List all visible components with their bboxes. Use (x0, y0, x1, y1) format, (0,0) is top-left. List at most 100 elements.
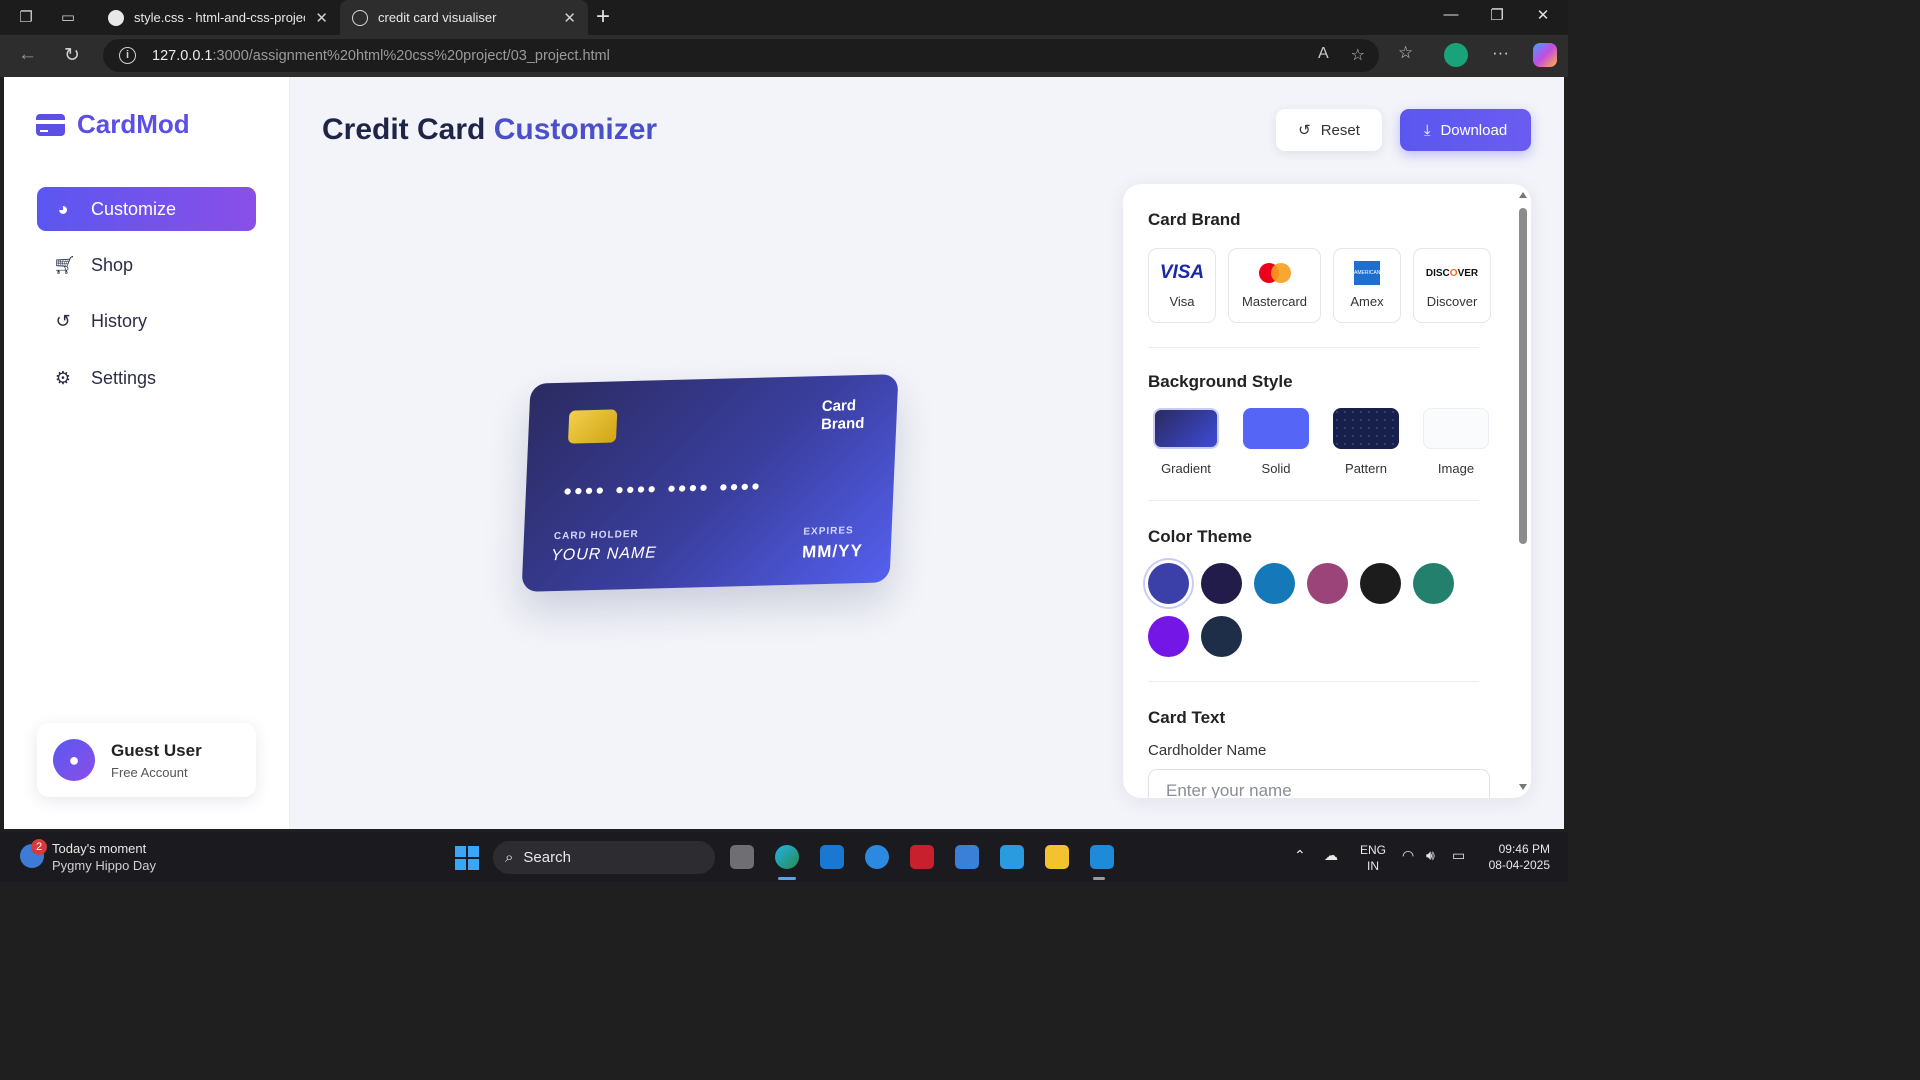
brand-option-mastercard[interactable]: Mastercard (1228, 248, 1321, 323)
card-number: •••• •••• •••• •••• (563, 473, 763, 504)
credit-card-preview[interactable]: Card Brand •••• •••• •••• •••• CARD HOLD… (521, 374, 899, 592)
scroll-up-icon[interactable] (1519, 192, 1527, 198)
user-avatar-icon: ● (53, 739, 95, 781)
card-expiry: MM/YY (801, 541, 864, 562)
store-icon[interactable] (955, 845, 979, 869)
tab-title: style.css - html-and-css-project- [ (134, 10, 306, 25)
pattern-swatch (1333, 408, 1399, 449)
color-swatch[interactable] (1413, 563, 1454, 604)
battery-icon[interactable]: ▭ (1452, 847, 1465, 864)
mastercard-logo-icon (1258, 262, 1291, 284)
tab-credit-card-visualiser[interactable]: credit card visualiser ✕ (340, 0, 588, 35)
scroll-down-icon[interactable] (1519, 784, 1527, 790)
color-swatch[interactable] (1254, 563, 1295, 604)
user-plan: Free Account (111, 764, 188, 780)
gear-icon: ⚙ (54, 367, 72, 388)
favorite-star-icon[interactable]: ☆ (1351, 45, 1365, 65)
user-card[interactable]: ● Guest User Free Account (37, 723, 256, 797)
back-icon[interactable]: ← (18, 44, 37, 66)
bg-option-gradient[interactable]: Gradient (1153, 408, 1219, 476)
credit-card-icon (36, 113, 65, 136)
history-icon: ↺ (55, 310, 71, 331)
tab-title: credit card visualiser (378, 10, 497, 25)
new-tab-icon[interactable]: + (596, 4, 610, 30)
brand-option-visa[interactable]: VISA Visa (1148, 248, 1216, 323)
sidebar-item-shop[interactable]: 🛒︎ Shop (37, 243, 256, 287)
customization-panel: Card Brand VISA Visa Mastercard AMERICAN… (1123, 184, 1531, 798)
close-icon[interactable]: ✕ (315, 9, 328, 27)
news-subtitle[interactable]: Pygmy Hippo Day (52, 858, 156, 873)
wifi-icon[interactable]: ◠ (1402, 847, 1414, 864)
windows-start-icon[interactable] (455, 846, 479, 870)
reset-button[interactable]: ↺ Reset (1276, 109, 1382, 151)
chevron-up-icon[interactable]: ⌃ (1294, 847, 1306, 864)
bg-option-pattern[interactable]: Pattern (1333, 408, 1399, 476)
clock[interactable]: 09:46 PM 08-04-2025 (1484, 841, 1550, 873)
scrollbar-thumb[interactable] (1519, 208, 1527, 544)
task-view-icon[interactable] (730, 845, 754, 869)
app-page: CardMod ◕ Customize 🛒︎ Shop ↺ History ⚙ … (4, 77, 1564, 829)
taskbar-search[interactable]: ⌕ Search (493, 841, 715, 874)
refresh-icon[interactable]: ↻ (64, 44, 80, 67)
close-icon[interactable]: ✕ (563, 9, 576, 27)
url-text: 127.0.0.1:3000/assignment%20html%20css%2… (152, 47, 610, 64)
panel-content[interactable]: Card Brand VISA Visa Mastercard AMERICAN… (1123, 184, 1517, 798)
brand-options: VISA Visa Mastercard AMERICAN EXPRESS Am… (1148, 248, 1517, 323)
brand-option-amex[interactable]: AMERICAN EXPRESS Amex (1333, 248, 1401, 323)
globe-icon (352, 9, 368, 26)
edge-browser-icon[interactable] (775, 845, 799, 869)
telegram-icon[interactable] (1000, 845, 1024, 869)
vscode-icon[interactable] (1090, 845, 1114, 869)
sidebar-item-settings[interactable]: ⚙ Settings (37, 356, 256, 400)
divider (1148, 347, 1479, 348)
search-label: Search (523, 849, 571, 866)
color-swatch[interactable] (1201, 616, 1242, 657)
amex-logo-icon: AMERICAN EXPRESS (1354, 261, 1380, 300)
file-explorer-icon[interactable] (1045, 845, 1069, 869)
volume-icon[interactable]: 🔊︎ (1426, 847, 1435, 864)
active-app-indicator (778, 877, 796, 880)
news-title[interactable]: Today's moment (52, 841, 146, 856)
tab-actions-icon[interactable]: ▭ (56, 6, 80, 30)
running-app-indicator (1093, 877, 1105, 880)
workspaces-icon[interactable]: ❐ (14, 6, 38, 30)
maximize-icon[interactable]: ❐ (1482, 6, 1512, 24)
card-brand-title: Card Brand (1148, 210, 1241, 229)
mcafee-icon[interactable] (910, 845, 934, 869)
profile-icon[interactable] (1444, 43, 1468, 67)
logo-text: CardMod (77, 109, 190, 139)
address-bar[interactable]: i 127.0.0.1:3000/assignment%20html%20css… (103, 39, 1379, 72)
color-theme-options (1148, 563, 1478, 657)
help-icon[interactable] (865, 845, 889, 869)
color-swatch[interactable] (1148, 563, 1189, 604)
favorites-icon[interactable]: ☆ (1398, 43, 1413, 63)
sidebar-item-customize[interactable]: ◕ Customize (37, 187, 256, 231)
color-swatch[interactable] (1148, 616, 1189, 657)
color-swatch[interactable] (1201, 563, 1242, 604)
cardholder-name-input[interactable] (1148, 769, 1490, 798)
color-swatch[interactable] (1307, 563, 1348, 604)
read-aloud-icon[interactable]: A (1318, 45, 1329, 65)
sidebar-item-history[interactable]: ↺ History (37, 299, 256, 343)
onedrive-icon[interactable]: ☁ (1324, 847, 1338, 864)
reset-label: Reset (1320, 121, 1360, 139)
tab-style-css[interactable]: style.css - html-and-css-project- [ ✕ (96, 0, 340, 35)
copilot-icon[interactable] (1533, 43, 1557, 67)
color-swatch[interactable] (1360, 563, 1401, 604)
divider (1148, 681, 1479, 682)
visa-logo-icon: VISA (1159, 262, 1205, 283)
logo[interactable]: CardMod (36, 109, 190, 140)
more-icon[interactable]: ··· (1492, 43, 1509, 63)
sidebar-item-label: Shop (91, 254, 134, 275)
window-close-icon[interactable]: ✕ (1528, 6, 1558, 24)
language-indicator[interactable]: ENG IN (1360, 842, 1386, 874)
myhp-icon[interactable] (820, 845, 844, 869)
brand-option-discover[interactable]: DISC O VER Discover (1413, 248, 1491, 323)
minimize-icon[interactable]: — (1436, 6, 1466, 23)
bg-option-image[interactable]: Image (1423, 408, 1489, 476)
card-text-title: Card Text (1148, 708, 1226, 727)
color-theme-title: Color Theme (1148, 527, 1252, 546)
info-icon[interactable]: i (119, 47, 136, 64)
download-button[interactable]: ⤓ Download (1400, 109, 1531, 151)
bg-option-solid[interactable]: Solid (1243, 408, 1309, 476)
